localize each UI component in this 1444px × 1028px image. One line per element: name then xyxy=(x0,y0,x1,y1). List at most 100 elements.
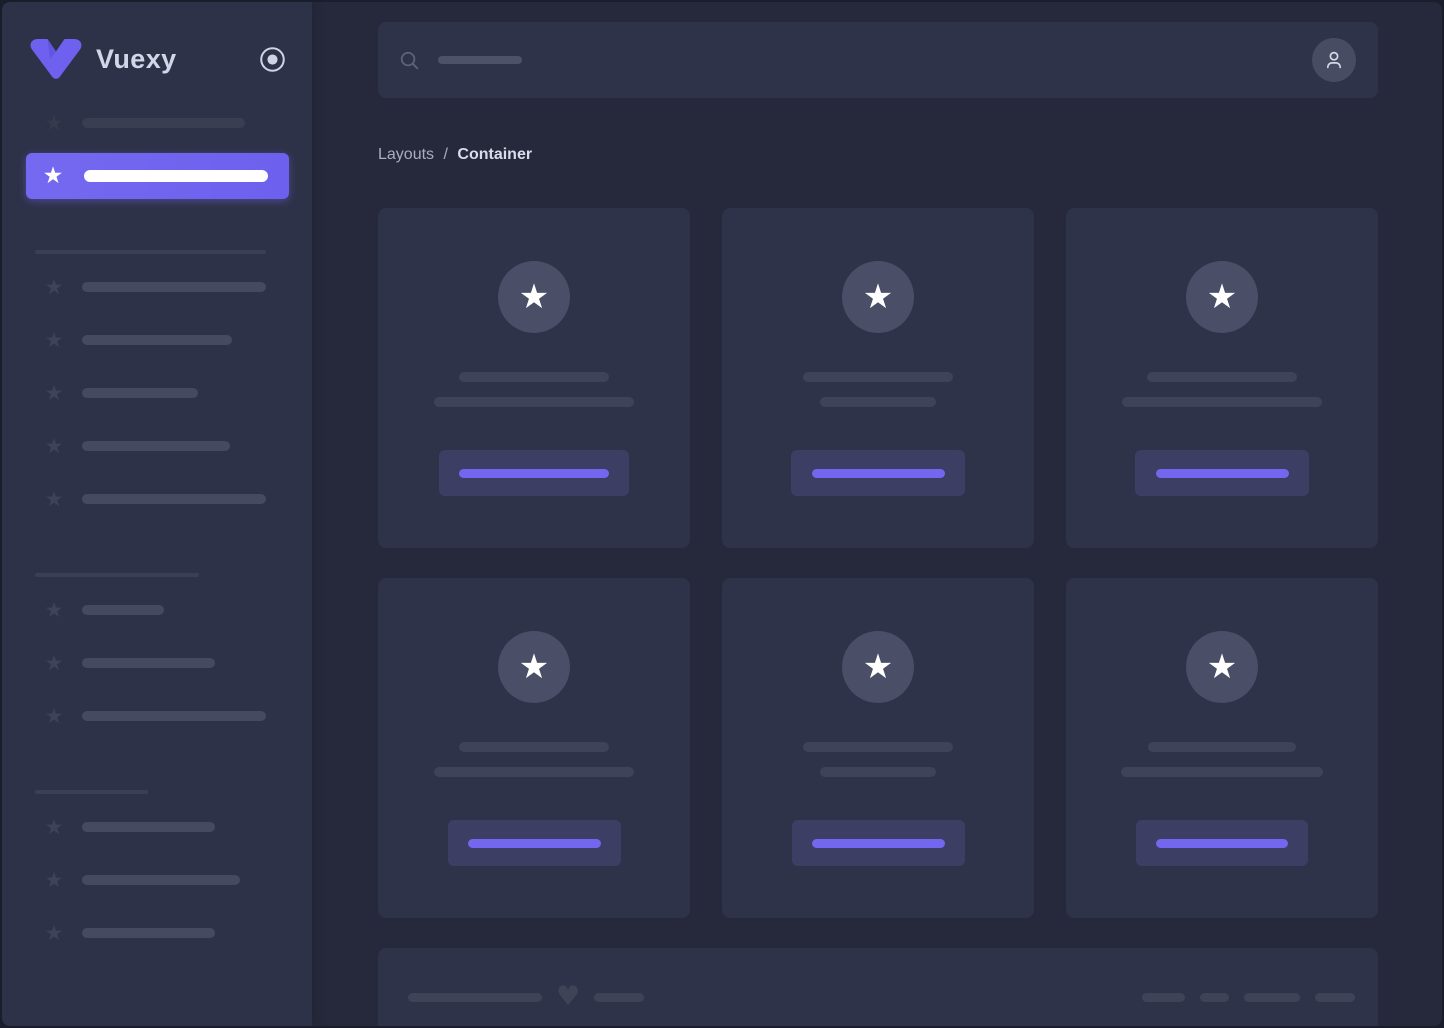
sidebar-item[interactable]: ★ xyxy=(42,921,289,945)
title-line-skeleton xyxy=(803,372,953,382)
title-line-skeleton xyxy=(459,372,609,382)
star-icon: ★ xyxy=(44,328,64,352)
footer-links xyxy=(1142,992,1355,1002)
sidebar-item[interactable]: ★ xyxy=(42,598,289,622)
main-content: Layouts / Container ★ ★ ★ ★ ★ ★ ♥ xyxy=(312,2,1442,1026)
breadcrumb-section-link[interactable]: Layouts xyxy=(378,146,434,163)
sidebar-item[interactable]: ★ xyxy=(42,487,289,511)
sidebar-item[interactable]: ★ xyxy=(42,111,289,135)
menu-label-skeleton xyxy=(82,605,164,615)
footer-card: ♥ xyxy=(378,948,1378,1026)
placeholder-card: ★ xyxy=(1066,578,1378,918)
footer-link-skeleton xyxy=(1142,992,1185,1002)
menu-label-skeleton xyxy=(82,388,198,398)
button-label-skeleton xyxy=(467,838,601,848)
menu-label-skeleton xyxy=(84,170,268,182)
vuexy-logo-icon[interactable] xyxy=(30,39,82,79)
menu-label-skeleton xyxy=(82,282,266,292)
star-icon: ★ xyxy=(42,163,64,189)
search-bar[interactable] xyxy=(378,22,1378,98)
section-header-skeleton xyxy=(35,573,199,577)
star-icon: ★ xyxy=(44,921,64,945)
placeholder-card: ★ xyxy=(378,208,690,548)
star-avatar: ★ xyxy=(1186,631,1258,703)
star-icon: ★ xyxy=(862,277,894,317)
footer-row: ♥ xyxy=(408,981,1355,1012)
user-avatar-button[interactable] xyxy=(1312,38,1356,82)
star-icon: ★ xyxy=(44,381,64,405)
card-button[interactable] xyxy=(447,820,621,866)
title-line-skeleton xyxy=(803,742,953,752)
menu-label-skeleton xyxy=(82,441,230,451)
radio-circle-icon[interactable] xyxy=(259,46,286,73)
star-icon: ★ xyxy=(44,434,64,458)
star-avatar: ★ xyxy=(498,261,570,333)
menu-label-skeleton xyxy=(82,928,215,938)
star-avatar: ★ xyxy=(1186,261,1258,333)
menu-label-skeleton xyxy=(82,711,266,721)
footer-link-skeleton xyxy=(1315,992,1355,1002)
star-icon: ★ xyxy=(1206,277,1238,317)
sidebar-item[interactable]: ★ xyxy=(42,275,289,299)
star-icon: ★ xyxy=(44,598,64,622)
menu-label-skeleton xyxy=(82,658,215,668)
title-line-skeleton xyxy=(1147,372,1297,382)
section-header-skeleton xyxy=(35,790,148,794)
card-button[interactable] xyxy=(439,450,629,496)
placeholder-card: ★ xyxy=(378,578,690,918)
title-line-skeleton xyxy=(1148,742,1296,752)
heart-icon: ♥ xyxy=(556,981,581,1012)
subtitle-line-skeleton xyxy=(820,397,936,407)
footer-link-skeleton xyxy=(1244,992,1300,1002)
button-label-skeleton xyxy=(811,468,945,478)
sidebar-item[interactable]: ★ xyxy=(42,328,289,352)
section-header-skeleton xyxy=(35,250,266,254)
subtitle-line-skeleton xyxy=(434,767,634,777)
card-grid: ★ ★ ★ ★ ★ ★ xyxy=(378,208,1378,918)
footer-link-skeleton xyxy=(1200,992,1229,1002)
star-avatar: ★ xyxy=(842,261,914,333)
footer-text-skeleton xyxy=(408,992,542,1002)
star-icon: ★ xyxy=(44,275,64,299)
menu-label-skeleton xyxy=(82,494,266,504)
card-button[interactable] xyxy=(1135,450,1309,496)
breadcrumb: Layouts / Container xyxy=(378,146,1442,164)
button-label-skeleton xyxy=(1155,468,1289,478)
star-icon: ★ xyxy=(44,651,64,675)
subtitle-line-skeleton xyxy=(1122,397,1322,407)
placeholder-card: ★ xyxy=(1066,208,1378,548)
menu-label-skeleton xyxy=(82,822,215,832)
menu-label-skeleton xyxy=(82,335,232,345)
breadcrumb-current: Container xyxy=(457,146,533,163)
sidebar-item[interactable]: ★ xyxy=(42,381,289,405)
sidebar-item-active[interactable]: ★ xyxy=(26,153,289,199)
star-icon: ★ xyxy=(518,647,550,687)
sidebar-item[interactable]: ★ xyxy=(42,704,289,728)
footer-text-skeleton xyxy=(594,992,645,1002)
sidebar-item[interactable]: ★ xyxy=(42,651,289,675)
sidebar-item[interactable]: ★ xyxy=(42,434,289,458)
app-window: Vuexy ★ ★ ★ ★ ★ ★ ★ ★ ★ ★ ★ ★ ★ Layouts … xyxy=(0,0,1444,1028)
star-icon: ★ xyxy=(1206,647,1238,687)
breadcrumb-separator: / xyxy=(443,146,448,163)
star-avatar: ★ xyxy=(842,631,914,703)
button-label-skeleton xyxy=(1156,838,1288,848)
brand-title: Vuexy xyxy=(96,43,177,74)
card-button[interactable] xyxy=(791,450,965,496)
sidebar-header: Vuexy xyxy=(2,2,312,79)
card-button[interactable] xyxy=(791,820,965,866)
star-avatar: ★ xyxy=(498,631,570,703)
star-icon: ★ xyxy=(44,487,64,511)
search-icon xyxy=(398,49,421,72)
sidebar: Vuexy ★ ★ ★ ★ ★ ★ ★ ★ ★ ★ ★ ★ ★ xyxy=(2,2,312,1026)
menu-label-skeleton xyxy=(82,118,245,128)
button-label-skeleton xyxy=(459,468,609,478)
placeholder-card: ★ xyxy=(722,208,1034,548)
subtitle-line-skeleton xyxy=(434,397,634,407)
star-icon: ★ xyxy=(44,868,64,892)
sidebar-item[interactable]: ★ xyxy=(42,868,289,892)
sidebar-item[interactable]: ★ xyxy=(42,815,289,839)
star-icon: ★ xyxy=(862,647,894,687)
card-button[interactable] xyxy=(1136,820,1308,866)
star-icon: ★ xyxy=(44,111,64,135)
